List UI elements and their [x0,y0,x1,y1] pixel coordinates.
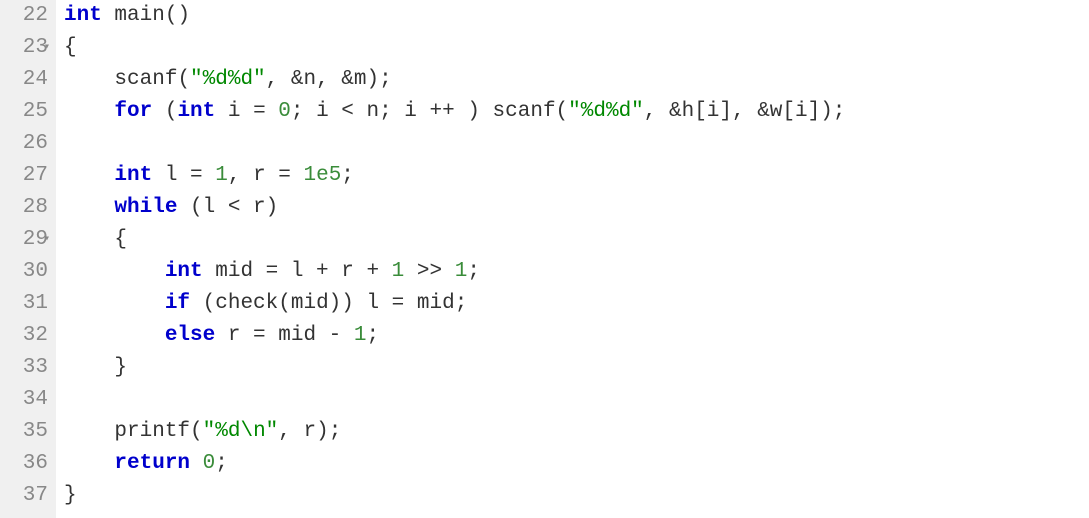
line-number: 32 [4,320,48,352]
line-number: 23▾ [4,32,48,64]
code-line: } [64,352,1089,384]
code-line: if (check(mid)) l = mid; [64,288,1089,320]
line-number: 22 [4,0,48,32]
line-number: 37 [4,480,48,512]
code-line [64,384,1089,416]
fold-icon[interactable]: ▾ [44,224,50,256]
line-number: 31 [4,288,48,320]
fold-icon[interactable]: ▾ [44,32,50,64]
line-number: 24 [4,64,48,96]
line-number: 30 [4,256,48,288]
line-number: 33 [4,352,48,384]
code-line: for (int i = 0; i < n; i ++ ) scanf("%d%… [64,96,1089,128]
code-line: int l = 1, r = 1e5; [64,160,1089,192]
line-number: 34 [4,384,48,416]
code-line: int mid = l + r + 1 >> 1; [64,256,1089,288]
line-number: 36 [4,448,48,480]
code-line: scanf("%d%d", &n, &m); [64,64,1089,96]
line-number: 28 [4,192,48,224]
code-line: printf("%d\n", r); [64,416,1089,448]
code-line [64,128,1089,160]
code-line: int main() [64,0,1089,32]
code-line: else r = mid - 1; [64,320,1089,352]
line-number: 35 [4,416,48,448]
code-line: { [64,32,1089,64]
line-number: 29▾ [4,224,48,256]
line-number-gutter: 22 23▾ 24 25 26 27 28 29▾ 30 31 32 33 34… [0,0,56,518]
line-number: 26 [4,128,48,160]
code-line: while (l < r) [64,192,1089,224]
line-number: 27 [4,160,48,192]
line-number: 25 [4,96,48,128]
code-line: return 0; [64,448,1089,480]
code-line: { [64,224,1089,256]
code-line: } [64,480,1089,512]
code-editor[interactable]: int main() { scanf("%d%d", &n, &m); for … [56,0,1089,518]
